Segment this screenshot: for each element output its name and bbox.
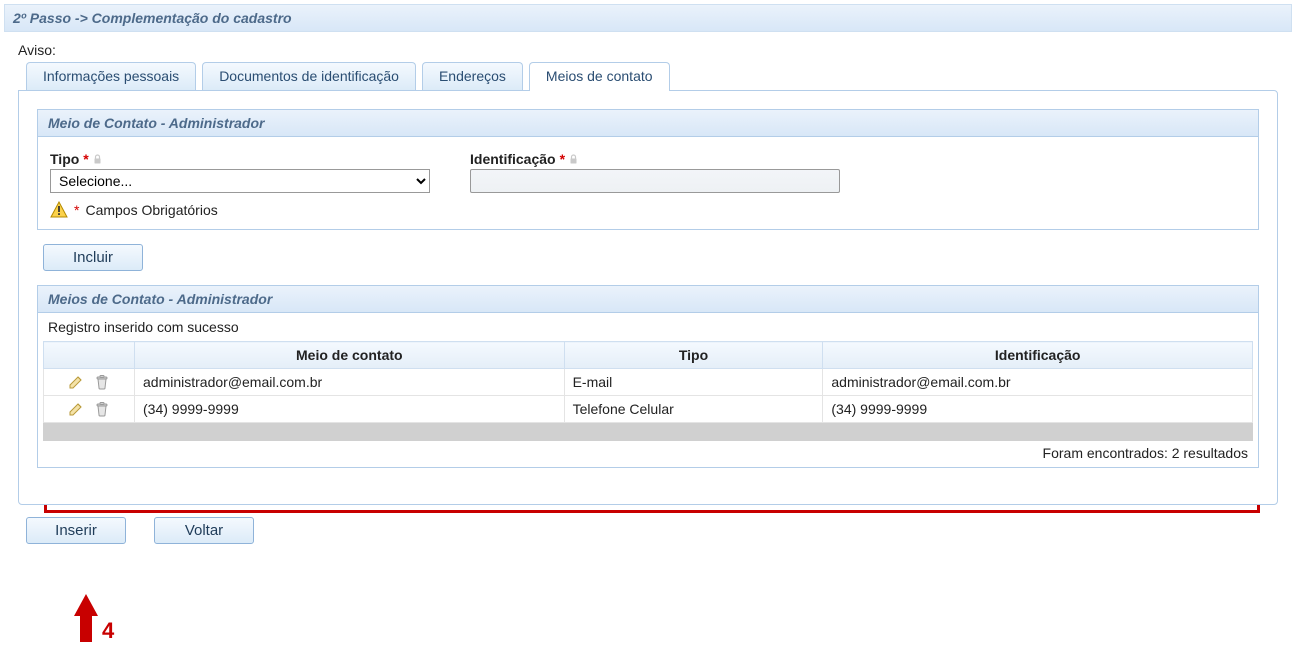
step-header: 2º Passo -> Complementação do cadastro bbox=[4, 4, 1292, 32]
panel-header-form: Meio de Contato - Administrador bbox=[38, 110, 1258, 137]
label-ident-text: Identificação bbox=[470, 151, 556, 167]
label-tipo-text: Tipo bbox=[50, 151, 79, 167]
col-meio: Meio de contato bbox=[135, 342, 565, 369]
edit-icon[interactable] bbox=[66, 372, 86, 392]
cell-identificacao: (34) 9999-9999 bbox=[823, 396, 1253, 423]
panel-header-list: Meios de Contato - Administrador bbox=[38, 286, 1258, 313]
annotation-number-4: 4 bbox=[102, 618, 114, 644]
tabs-row: Informações pessoais Documentos de ident… bbox=[4, 62, 1292, 90]
table-row: administrador@email.com.br E-mail admini… bbox=[44, 369, 1253, 396]
contacts-table: Meio de contato Tipo Identificação bbox=[43, 341, 1253, 423]
panel-meio-contato-form: Meio de Contato - Administrador Tipo * bbox=[37, 109, 1259, 230]
input-identificacao[interactable] bbox=[470, 169, 840, 193]
cell-meio: (34) 9999-9999 bbox=[135, 396, 565, 423]
label-identificacao: Identificação * bbox=[470, 151, 840, 167]
incluir-button[interactable]: Incluir bbox=[43, 244, 143, 271]
mandatory-text: Campos Obrigatórios bbox=[85, 202, 217, 218]
lock-icon bbox=[93, 154, 102, 165]
mandatory-star: * bbox=[74, 202, 79, 218]
tab-body: Meio de Contato - Administrador Tipo * bbox=[18, 90, 1278, 505]
label-tipo: Tipo * bbox=[50, 151, 430, 167]
tab-meios-contato[interactable]: Meios de contato bbox=[529, 62, 670, 91]
cell-identificacao: administrador@email.com.br bbox=[823, 369, 1253, 396]
col-identificacao: Identificação bbox=[823, 342, 1253, 369]
inserir-button[interactable]: Inserir bbox=[26, 517, 126, 544]
col-actions bbox=[44, 342, 135, 369]
panel-meio-contato-list: Meios de Contato - Administrador Registr… bbox=[37, 285, 1259, 468]
delete-icon[interactable] bbox=[92, 372, 112, 392]
notice-label: Aviso: bbox=[4, 32, 1292, 62]
cell-tipo: Telefone Celular bbox=[564, 396, 823, 423]
required-star-ident: * bbox=[560, 151, 565, 167]
required-star-tipo: * bbox=[83, 151, 88, 167]
tab-documentos[interactable]: Documentos de identificação bbox=[202, 62, 416, 90]
lock-icon bbox=[569, 154, 578, 165]
cell-meio: administrador@email.com.br bbox=[135, 369, 565, 396]
page-wrap: 2º Passo -> Complementação do cadastro A… bbox=[4, 4, 1292, 544]
delete-icon[interactable] bbox=[92, 399, 112, 419]
cell-tipo: E-mail bbox=[564, 369, 823, 396]
warning-icon bbox=[50, 201, 68, 219]
panel-body-form: Tipo * Selecione... bbox=[38, 137, 1258, 229]
bottom-actions: Inserir Voltar bbox=[26, 517, 1292, 544]
select-tipo[interactable]: Selecione... bbox=[50, 169, 430, 193]
edit-icon[interactable] bbox=[66, 399, 86, 419]
success-message: Registro inserido com sucesso bbox=[38, 313, 1258, 337]
voltar-button[interactable]: Voltar bbox=[154, 517, 254, 544]
table-footer-bar bbox=[43, 423, 1253, 441]
table-row: (34) 9999-9999 Telefone Celular (34) 999… bbox=[44, 396, 1253, 423]
mandatory-row: * Campos Obrigatórios bbox=[50, 201, 1246, 219]
results-count: Foram encontrados: 2 resultados bbox=[38, 441, 1258, 467]
tab-informacoes-pessoais[interactable]: Informações pessoais bbox=[26, 62, 196, 90]
annotation-arrow-4 bbox=[72, 594, 100, 645]
tab-enderecos[interactable]: Endereços bbox=[422, 62, 523, 90]
col-tipo: Tipo bbox=[564, 342, 823, 369]
